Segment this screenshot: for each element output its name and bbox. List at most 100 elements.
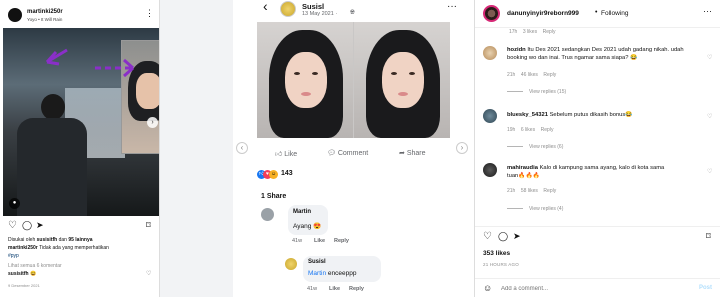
liked-by-user[interactable]: susisitfh [37, 237, 58, 243]
comment-likes[interactable]: 58 likes [521, 188, 538, 194]
comment-1: Martin Ayang 😍 41w Like Reply [261, 205, 451, 255]
account-username[interactable]: danunyinyir9reborn999 [507, 10, 579, 17]
emoji-icon[interactable]: ☺ [483, 283, 492, 293]
author-name[interactable]: Susisl [302, 2, 324, 11]
comment-reply[interactable]: Reply [541, 127, 554, 133]
comment-item: hozidn Itu Des 2021 sedangkan Des 2021 u… [475, 44, 720, 104]
panel-gap [160, 0, 233, 297]
post-actions: ♡ ◯ ➤ ⌑ [475, 226, 720, 242]
following-button[interactable]: Following [601, 10, 628, 17]
share-count[interactable]: 1 Share [261, 193, 286, 200]
comment-time: 41w [292, 238, 303, 244]
post-photo[interactable] [257, 22, 450, 138]
comment-meta: 21h 58 likes Reply [507, 188, 556, 194]
reply-bubble: Susisl Martin enceeppp [303, 256, 381, 282]
comment-2: Susisl Martin enceeppp 41w Like Reply [285, 256, 465, 296]
comment-reply[interactable]: Reply [543, 188, 556, 194]
prev-nav-button[interactable]: ‹ [236, 142, 248, 154]
top-meta-reply[interactable]: Reply [543, 29, 556, 35]
more-options-icon[interactable]: ··· [447, 1, 457, 12]
reactions-row[interactable]: 👍︎ ♥ ☺ 143 [257, 170, 317, 180]
back-arrow-icon[interactable]: ‹ [263, 0, 268, 14]
view-replies-button[interactable]: View replies (4) [507, 206, 563, 212]
caption-user[interactable]: martinki250r [8, 245, 38, 251]
fb-action-bar: 👍︎ Like 💬︎ Comment ➦ Share [257, 146, 450, 164]
comment-like-icon[interactable]: ♡ [707, 54, 712, 61]
reply-tag[interactable]: Martin [308, 270, 326, 277]
reply-author[interactable]: Susisl [308, 259, 326, 265]
reply-reply-link[interactable]: Reply [349, 286, 364, 292]
save-bookmark-icon[interactable]: ⌑ [706, 231, 711, 242]
liked-by-count[interactable]: 95 lainnya [68, 237, 92, 243]
add-comment-input[interactable] [501, 283, 671, 294]
top-comment: susisitfh 😆 [8, 271, 36, 277]
share-button[interactable]: ➦ Share [399, 149, 426, 157]
reply-body: Martin enceeppp [308, 270, 356, 277]
comment-like-icon[interactable]: ♡ [707, 168, 712, 175]
reply-like-link[interactable]: Like [329, 286, 340, 292]
more-options-icon[interactable]: ⋮ [145, 9, 154, 18]
comment-body: bluesky_54321 Sebelum putus dikasih bonu… [507, 111, 697, 119]
comment-user[interactable]: bluesky_54321 [507, 112, 548, 118]
comment-like-icon[interactable]: ♡ [707, 113, 712, 120]
top-meta-likes[interactable]: 3 likes [523, 29, 537, 35]
comment-text: Ayang 😍 [293, 223, 322, 230]
comment-time: 21h [507, 188, 516, 194]
reply-time: 41w [307, 286, 318, 292]
ig-post-header: martinki250r Yoyo • It Will Rain ⋮ [0, 0, 159, 28]
save-bookmark-icon[interactable]: ⌑ [146, 220, 151, 231]
comment-meta: 19h 6 likes Reply [507, 127, 553, 133]
view-replies-label: View replies (15) [529, 89, 567, 95]
comment-like-link[interactable]: Like [314, 238, 325, 244]
liked-by-and: dan [58, 237, 67, 243]
comment-item: mahiraudia Kalo di kampung sama ayang, k… [475, 162, 720, 218]
commenter-avatar[interactable] [483, 109, 497, 123]
like-heart-icon[interactable]: ♡ [8, 220, 17, 231]
avatar[interactable] [8, 8, 22, 22]
commenter-avatar[interactable] [261, 208, 274, 221]
view-replies-label: View replies (6) [529, 144, 564, 150]
post-username[interactable]: martinki250r [27, 9, 63, 15]
comment-button[interactable]: 💬︎ Comment [327, 149, 368, 157]
caption-hashtag[interactable]: #pyp [8, 253, 19, 259]
composite-screenshot: martinki250r Yoyo • It Will Rain ⋮ ● › ♡… [0, 0, 720, 297]
share-arrow-icon: ➦ [399, 150, 405, 157]
comment-author[interactable]: Martin [293, 209, 311, 215]
commenter-avatar[interactable] [483, 46, 497, 60]
view-comments-link[interactable]: Lihat semua 6 komentar [8, 263, 62, 269]
post-comment-button[interactable]: Post [699, 285, 712, 291]
comment-likes[interactable]: 46 likes [521, 72, 538, 78]
comment-reply-link[interactable]: Reply [334, 238, 349, 244]
share-icon[interactable]: ➤ [36, 220, 44, 231]
author-avatar[interactable] [280, 1, 296, 17]
share-icon[interactable]: ➤ [513, 231, 521, 242]
comment-bubble: Martin Ayang 😍 [288, 205, 328, 235]
comment-icon[interactable]: ◯ [498, 231, 508, 242]
top-comment-user[interactable]: susisitfh [8, 271, 29, 277]
comment-icon[interactable]: ◯ [22, 220, 32, 231]
likes-count[interactable]: 353 likes [483, 250, 510, 257]
post-music[interactable]: Yoyo • It Will Rain [27, 17, 62, 22]
view-replies-button[interactable]: View replies (15) [507, 89, 566, 95]
comment-reply[interactable]: Reply [543, 72, 556, 78]
tagged-user-icon[interactable]: ● [9, 198, 20, 209]
post-time-ago: 21 HOURS AGO [483, 262, 519, 267]
liked-by-line: Disukai oleh susisitfh dan 95 lainnya [8, 237, 93, 243]
more-options-icon[interactable]: ··· [703, 6, 712, 16]
account-avatar[interactable] [483, 5, 500, 22]
carousel-next-button[interactable]: › [147, 117, 158, 128]
comment-user[interactable]: mahiraudia [507, 165, 538, 171]
next-nav-button[interactable]: › [456, 142, 468, 154]
comment-like-icon[interactable]: ♡ [146, 270, 151, 277]
post-actions: ♡ ◯ ➤ ⌑ [0, 219, 159, 233]
comment-text: Sebelum putus dikasih bonus😂 [549, 112, 633, 118]
commenter-avatar[interactable] [483, 163, 497, 177]
view-replies-button[interactable]: View replies (6) [507, 144, 563, 150]
like-button[interactable]: 👍︎ Like [275, 149, 297, 158]
reply-avatar[interactable] [285, 258, 297, 270]
top-comment-emoji: 😆 [29, 271, 37, 277]
comment-user[interactable]: hozidn [507, 47, 526, 53]
post-photo-carousel[interactable]: ● [3, 28, 159, 216]
comment-likes[interactable]: 6 likes [521, 127, 535, 133]
like-heart-icon[interactable]: ♡ [483, 231, 492, 242]
